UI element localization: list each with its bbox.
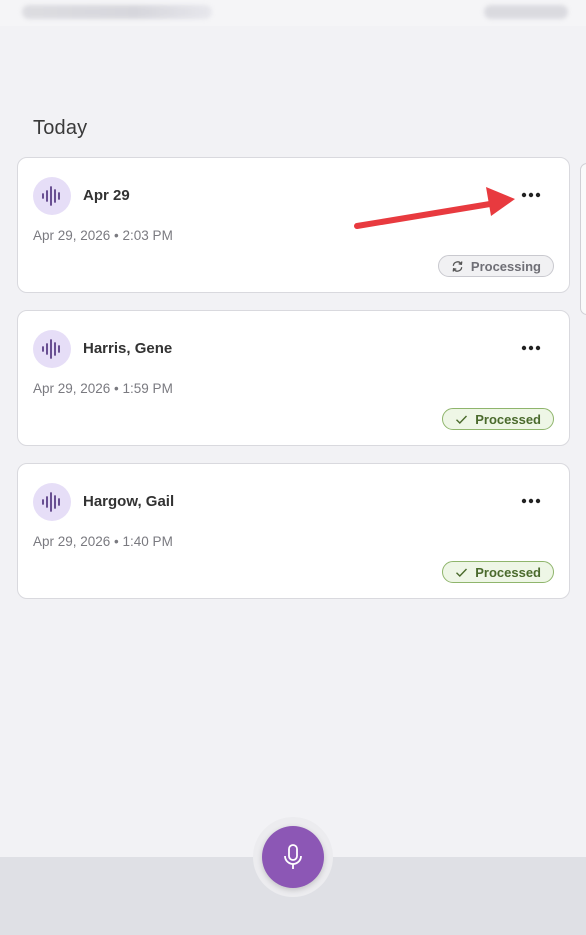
status-badge: Processing <box>437 255 554 277</box>
microphone-icon <box>284 844 302 869</box>
more-horizontal-icon <box>521 192 541 198</box>
status-bar-left-blurred <box>22 5 212 19</box>
status-badge: Processed <box>442 408 554 430</box>
check-icon <box>455 414 468 425</box>
more-options-button[interactable] <box>519 187 543 203</box>
more-options-button[interactable] <box>519 340 543 356</box>
recording-title: Apr 29 <box>83 187 130 204</box>
status-bar-right-blurred <box>484 5 568 19</box>
recording-title: Harris, Gene <box>83 340 173 357</box>
recording-datetime: Apr 29, 2026 • 2:03 PM <box>33 228 173 243</box>
audio-wave-icon <box>33 177 71 215</box>
recording-card[interactable]: Hargow, Gail Apr 29, 2026 • 1:40 PM Proc… <box>17 463 570 599</box>
audio-wave-icon <box>33 483 71 521</box>
more-horizontal-icon <box>521 345 541 351</box>
status-bar <box>0 0 586 26</box>
more-options-button[interactable] <box>519 493 543 509</box>
next-panel-edge <box>580 163 586 315</box>
recording-datetime: Apr 29, 2026 • 1:59 PM <box>33 381 173 396</box>
status-label: Processing <box>470 258 541 274</box>
section-title: Today <box>33 117 88 139</box>
recording-title: Hargow, Gail <box>83 493 175 510</box>
recording-card[interactable]: Apr 29 Apr 29, 2026 • 2:03 PM Processing <box>17 157 570 293</box>
status-badge: Processed <box>442 561 554 583</box>
audio-wave-icon <box>33 330 71 368</box>
recording-card[interactable]: Harris, Gene Apr 29, 2026 • 1:59 PM Proc… <box>17 310 570 446</box>
status-label: Processed <box>475 564 541 580</box>
check-icon <box>455 567 468 578</box>
status-label: Processed <box>475 411 541 427</box>
sync-icon <box>451 260 464 273</box>
recording-datetime: Apr 29, 2026 • 1:40 PM <box>33 534 173 549</box>
more-horizontal-icon <box>521 498 541 504</box>
record-button[interactable] <box>262 826 324 888</box>
